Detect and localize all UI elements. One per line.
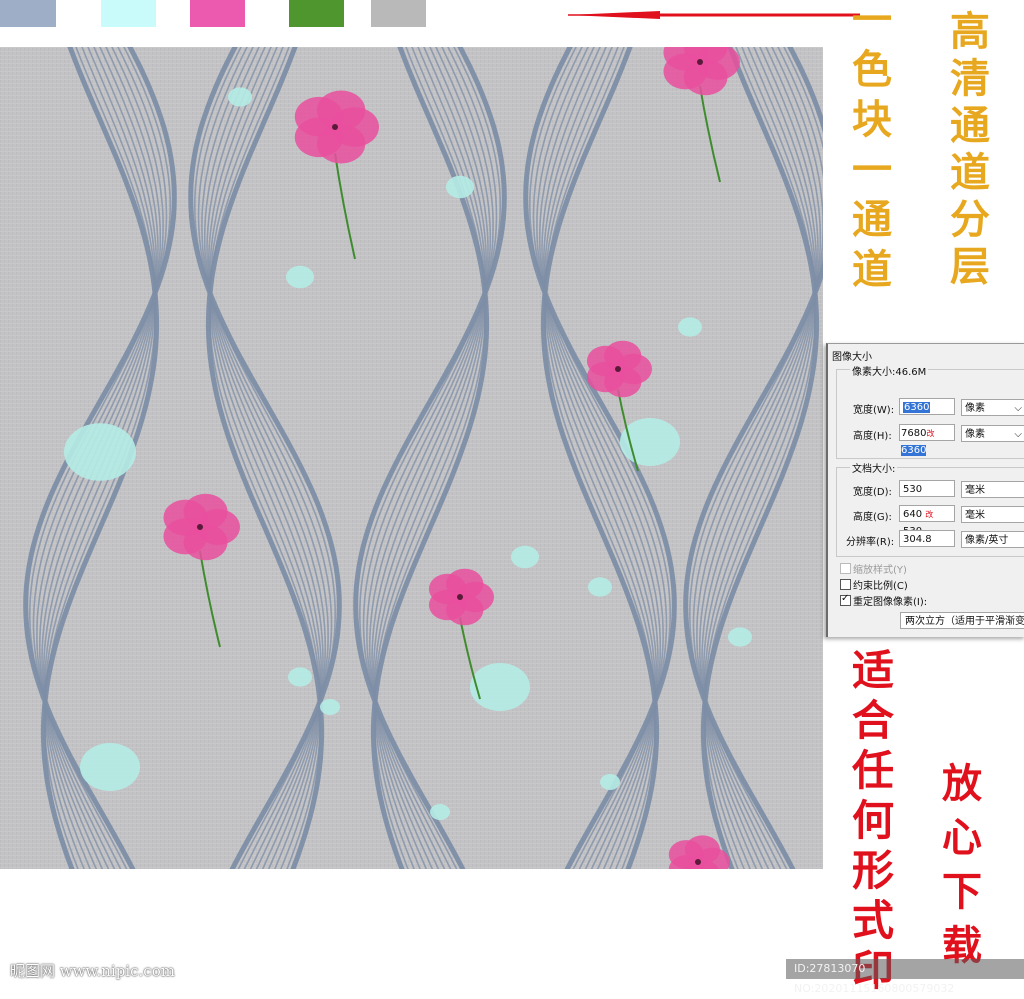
wallpaper-pattern — [0, 47, 823, 869]
flower-center — [615, 366, 621, 372]
headline-left-char: 通 — [852, 196, 892, 243]
headline-right-char: 通 — [950, 102, 990, 149]
slogan-left-char: 形 — [852, 846, 895, 895]
slogan-right-char: 心 — [942, 814, 982, 861]
chevron-down-icon: ⌵ — [1014, 403, 1022, 414]
headline-left-char: 块 — [852, 96, 892, 143]
headline-left-char: 道 — [852, 246, 892, 293]
height-label: 高度(H): — [853, 431, 892, 442]
slogan-right-column: 放心下载 — [942, 764, 982, 966]
width-unit-select[interactable]: 像素 ⌵ — [961, 399, 1024, 416]
resample-method-select[interactable]: 两次立方（适用于平滑渐变 — [900, 612, 1024, 629]
resample-checkbox[interactable]: ✓ 重定图像像素(I): — [840, 593, 927, 608]
color-swatch-pink — [190, 0, 245, 27]
leaf-shape — [678, 317, 702, 337]
leaf-shape — [446, 175, 474, 199]
headline-left-column: 一色块一通道 — [852, 0, 892, 290]
arrow-left-icon — [568, 11, 860, 19]
color-swatch-mint — [101, 0, 156, 27]
leaf-shape — [80, 743, 140, 791]
leaf-shape — [286, 265, 314, 289]
flower-petal — [183, 493, 228, 530]
dialog-title: 图像大小 — [832, 352, 872, 363]
leaf-shape — [470, 663, 530, 711]
pixel-size-label: 像素大小:46.6M — [850, 363, 929, 378]
site-watermark: 昵图网 www.nipic.com — [10, 962, 175, 980]
color-swatch-light-gray — [371, 0, 426, 27]
flower-center — [332, 124, 338, 130]
headline-right-char: 分 — [950, 196, 990, 243]
flower-center — [457, 594, 463, 600]
checkbox-icon — [840, 563, 851, 574]
flower-petal — [684, 835, 721, 865]
doc-width-field[interactable]: 530 — [899, 480, 955, 497]
resolution-unit-select[interactable]: 像素/英寸 — [961, 531, 1024, 548]
image-size-dialog: 图像大小 像素大小:46.6M 宽度(W): 6360 像素 ⌵ 高度(H): 7… — [826, 343, 1024, 637]
headline-left-char: 一 — [852, 146, 892, 193]
headline-right-char: 清 — [950, 55, 990, 102]
scale-styles-checkbox[interactable]: 缩放样式(Y) — [840, 561, 907, 576]
slogan-left-char: 式 — [852, 896, 895, 945]
doc-height-field[interactable]: 640 改 530 — [899, 505, 955, 537]
leaf-shape — [588, 577, 612, 597]
color-swatch-green — [289, 0, 344, 27]
leaf-shape — [511, 545, 539, 569]
doc-height-label: 高度(G): — [853, 512, 892, 523]
resolution-field[interactable]: 304.8 — [899, 530, 955, 547]
flower-petal — [316, 90, 366, 131]
headline-right-column: 高清通道分层 — [950, 12, 990, 287]
checkmark-icon: ✓ — [840, 593, 851, 606]
slogan-left-char: 合 — [852, 696, 895, 745]
flower-center — [697, 59, 703, 65]
leaf-shape — [600, 774, 620, 790]
image-id-watermark: ID:27813070 NO:20201115160800579032 — [786, 959, 1024, 995]
document-size-label: 文档大小: — [850, 460, 898, 475]
constrain-proportions-checkbox[interactable]: 约束比例(C) — [840, 577, 908, 592]
width-label: 宽度(W): — [853, 405, 895, 416]
slogan-left-column: 适合任何形式印 — [852, 650, 894, 992]
flower-petal — [446, 568, 484, 600]
slogan-right-char: 放 — [942, 760, 982, 807]
leaf-shape — [64, 423, 136, 481]
leaf-shape — [288, 667, 312, 687]
slogan-left-char: 适 — [852, 646, 895, 695]
doc-height-unit-select[interactable]: 毫米 — [961, 506, 1024, 523]
flower-petal — [604, 340, 642, 372]
doc-width-label: 宽度(D): — [853, 487, 892, 498]
headline-left-char: 一 — [852, 0, 892, 43]
slogan-left-char: 任 — [852, 746, 895, 795]
width-field[interactable]: 6360 — [899, 398, 955, 415]
headline-right-char: 高 — [950, 8, 990, 55]
leaf-shape — [228, 87, 252, 107]
slogan-left-char: 何 — [852, 796, 895, 845]
headline-left-char: 色 — [852, 46, 892, 93]
leaf-shape — [430, 804, 450, 820]
color-swatch-gray-blue — [0, 0, 56, 27]
resolution-label: 分辨率(R): — [846, 537, 895, 548]
leaf-shape — [728, 627, 752, 647]
headline-right-char: 道 — [950, 149, 990, 196]
leaf-shape — [320, 699, 340, 715]
checkbox-icon — [840, 579, 851, 590]
height-field[interactable]: 7680改6360 — [899, 424, 955, 456]
doc-width-unit-select[interactable]: 毫米 — [961, 481, 1024, 498]
chevron-down-icon: ⌵ — [1014, 429, 1022, 440]
flower-center — [197, 524, 203, 530]
flower-center — [695, 859, 701, 865]
headline-right-char: 层 — [950, 243, 990, 290]
slogan-right-char: 下 — [942, 868, 982, 915]
height-unit-select[interactable]: 像素 ⌵ — [961, 425, 1024, 442]
